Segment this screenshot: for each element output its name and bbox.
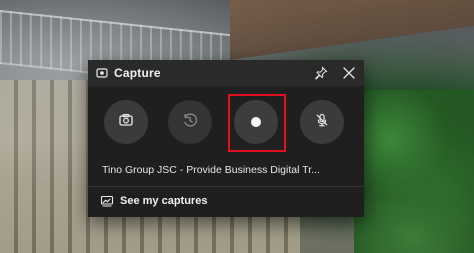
start-recording-button[interactable]	[234, 100, 278, 144]
microphone-off-icon	[313, 111, 331, 134]
titlebar-actions	[314, 60, 356, 86]
record-last-30-seconds-icon	[181, 111, 199, 134]
see-my-captures-label: See my captures	[120, 195, 208, 207]
microphone-toggle-button[interactable]	[300, 100, 344, 144]
camera-icon	[117, 111, 135, 134]
start-recording-icon	[251, 117, 261, 127]
see-my-captures-link[interactable]: See my captures	[100, 192, 207, 210]
capture-title: Capture	[114, 66, 161, 80]
captured-app-title: Tino Group JSC - Provide Business Digita…	[102, 164, 320, 176]
close-icon[interactable]	[342, 66, 356, 80]
widget-divider	[88, 186, 364, 187]
background-ceiling	[230, 0, 474, 60]
record-last-30-seconds-button[interactable]	[168, 100, 212, 144]
take-screenshot-button[interactable]	[104, 100, 148, 144]
capture-widget-icon	[96, 67, 108, 79]
capture-controls	[88, 86, 364, 160]
pin-icon[interactable]	[314, 66, 328, 80]
capture-titlebar: Capture	[88, 60, 364, 86]
capture-widget: Capture Tino Group JSC - Provide Busines…	[88, 60, 364, 217]
background-plants	[354, 90, 474, 253]
gallery-icon	[100, 194, 114, 208]
